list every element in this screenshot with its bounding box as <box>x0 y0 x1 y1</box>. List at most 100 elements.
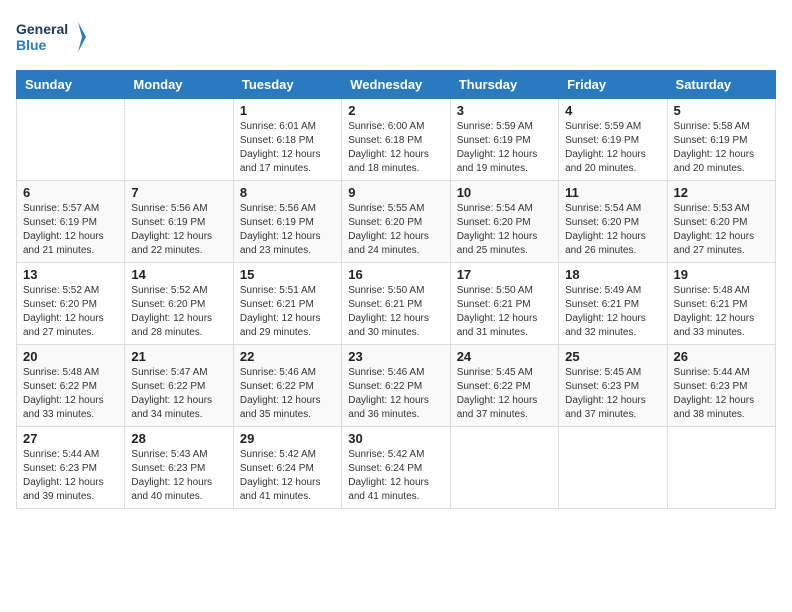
day-info: Sunrise: 5:48 AM Sunset: 6:21 PM Dayligh… <box>674 284 769 340</box>
day-info: Sunrise: 5:44 AM Sunset: 6:23 PM Dayligh… <box>674 366 769 422</box>
calendar: SundayMondayTuesdayWednesdayThursdayFrid… <box>16 70 776 509</box>
calendar-week-row: 1 Sunrise: 6:01 AM Sunset: 6:18 PM Daylig… <box>17 99 776 181</box>
calendar-cell: 1 Sunrise: 6:01 AM Sunset: 6:18 PM Daylig… <box>233 99 341 181</box>
day-info: Sunrise: 5:42 AM Sunset: 6:24 PM Dayligh… <box>240 448 335 504</box>
day-number: 7 <box>131 185 226 200</box>
day-number: 8 <box>240 185 335 200</box>
calendar-cell: 23 Sunrise: 5:46 AM Sunset: 6:22 PM Dayli… <box>342 345 450 427</box>
day-number: 11 <box>565 185 660 200</box>
day-info: Sunrise: 5:59 AM Sunset: 6:19 PM Dayligh… <box>457 120 552 176</box>
day-info: Sunrise: 5:49 AM Sunset: 6:21 PM Dayligh… <box>565 284 660 340</box>
day-info: Sunrise: 5:56 AM Sunset: 6:19 PM Dayligh… <box>131 202 226 258</box>
svg-text:Blue: Blue <box>16 37 47 53</box>
calendar-cell <box>17 99 125 181</box>
day-info: Sunrise: 5:42 AM Sunset: 6:24 PM Dayligh… <box>348 448 443 504</box>
day-number: 22 <box>240 349 335 364</box>
calendar-cell: 27 Sunrise: 5:44 AM Sunset: 6:23 PM Dayli… <box>17 427 125 509</box>
calendar-cell: 2 Sunrise: 6:00 AM Sunset: 6:18 PM Daylig… <box>342 99 450 181</box>
calendar-cell: 10 Sunrise: 5:54 AM Sunset: 6:20 PM Dayli… <box>450 181 558 263</box>
calendar-cell <box>559 427 667 509</box>
day-number: 29 <box>240 431 335 446</box>
day-info: Sunrise: 5:53 AM Sunset: 6:20 PM Dayligh… <box>674 202 769 258</box>
day-number: 28 <box>131 431 226 446</box>
day-info: Sunrise: 5:46 AM Sunset: 6:22 PM Dayligh… <box>240 366 335 422</box>
day-number: 1 <box>240 103 335 118</box>
day-info: Sunrise: 5:46 AM Sunset: 6:22 PM Dayligh… <box>348 366 443 422</box>
day-info: Sunrise: 5:43 AM Sunset: 6:23 PM Dayligh… <box>131 448 226 504</box>
weekday-header: Monday <box>125 71 233 99</box>
weekday-header: Wednesday <box>342 71 450 99</box>
day-info: Sunrise: 5:44 AM Sunset: 6:23 PM Dayligh… <box>23 448 118 504</box>
day-info: Sunrise: 5:50 AM Sunset: 6:21 PM Dayligh… <box>348 284 443 340</box>
header: General Blue <box>16 16 776 58</box>
weekday-header: Thursday <box>450 71 558 99</box>
day-number: 25 <box>565 349 660 364</box>
calendar-cell: 26Sunrise: 5:44 AM Sunset: 6:23 PM Dayli… <box>667 345 775 427</box>
day-info: Sunrise: 5:45 AM Sunset: 6:23 PM Dayligh… <box>565 366 660 422</box>
day-number: 20 <box>23 349 118 364</box>
weekday-header: Friday <box>559 71 667 99</box>
calendar-cell: 5 Sunrise: 5:58 AM Sunset: 6:19 PM Daylig… <box>667 99 775 181</box>
calendar-cell <box>450 427 558 509</box>
calendar-cell: 14Sunrise: 5:52 AM Sunset: 6:20 PM Dayli… <box>125 263 233 345</box>
calendar-cell: 3 Sunrise: 5:59 AM Sunset: 6:19 PM Daylig… <box>450 99 558 181</box>
day-info: Sunrise: 5:56 AM Sunset: 6:19 PM Dayligh… <box>240 202 335 258</box>
calendar-week-row: 13 Sunrise: 5:52 AM Sunset: 6:20 PM Dayli… <box>17 263 776 345</box>
calendar-week-row: 20 Sunrise: 5:48 AM Sunset: 6:22 PM Dayli… <box>17 345 776 427</box>
day-number: 19 <box>674 267 769 282</box>
calendar-cell: 7 Sunrise: 5:56 AM Sunset: 6:19 PM Daylig… <box>125 181 233 263</box>
calendar-cell: 25 Sunrise: 5:45 AM Sunset: 6:23 PM Dayli… <box>559 345 667 427</box>
day-number: 30 <box>348 431 443 446</box>
svg-text:General: General <box>16 21 68 37</box>
day-number: 17 <box>457 267 552 282</box>
day-number: 5 <box>674 103 769 118</box>
day-number: 13 <box>23 267 118 282</box>
weekday-header: Sunday <box>17 71 125 99</box>
day-number: 15 <box>240 267 335 282</box>
day-info: Sunrise: 5:51 AM Sunset: 6:21 PM Dayligh… <box>240 284 335 340</box>
day-number: 3 <box>457 103 552 118</box>
day-info: Sunrise: 6:00 AM Sunset: 6:18 PM Dayligh… <box>348 120 443 176</box>
day-number: 2 <box>348 103 443 118</box>
day-info: Sunrise: 5:50 AM Sunset: 6:21 PM Dayligh… <box>457 284 552 340</box>
calendar-cell: 22 Sunrise: 5:46 AM Sunset: 6:22 PM Dayli… <box>233 345 341 427</box>
weekday-header-row: SundayMondayTuesdayWednesdayThursdayFrid… <box>17 71 776 99</box>
day-number: 27 <box>23 431 118 446</box>
calendar-cell: 16 Sunrise: 5:50 AM Sunset: 6:21 PM Dayli… <box>342 263 450 345</box>
calendar-cell: 24Sunrise: 5:45 AM Sunset: 6:22 PM Dayli… <box>450 345 558 427</box>
calendar-cell: 8 Sunrise: 5:56 AM Sunset: 6:19 PM Daylig… <box>233 181 341 263</box>
calendar-cell: 9 Sunrise: 5:55 AM Sunset: 6:20 PM Daylig… <box>342 181 450 263</box>
day-number: 6 <box>23 185 118 200</box>
day-info: Sunrise: 5:57 AM Sunset: 6:19 PM Dayligh… <box>23 202 118 258</box>
day-info: Sunrise: 6:01 AM Sunset: 6:18 PM Dayligh… <box>240 120 335 176</box>
calendar-cell: 20 Sunrise: 5:48 AM Sunset: 6:22 PM Dayli… <box>17 345 125 427</box>
calendar-week-row: 6 Sunrise: 5:57 AM Sunset: 6:19 PM Daylig… <box>17 181 776 263</box>
day-info: Sunrise: 5:59 AM Sunset: 6:19 PM Dayligh… <box>565 120 660 176</box>
calendar-cell: 15 Sunrise: 5:51 AM Sunset: 6:21 PM Dayli… <box>233 263 341 345</box>
day-info: Sunrise: 5:47 AM Sunset: 6:22 PM Dayligh… <box>131 366 226 422</box>
calendar-cell: 6 Sunrise: 5:57 AM Sunset: 6:19 PM Daylig… <box>17 181 125 263</box>
calendar-cell: 12 Sunrise: 5:53 AM Sunset: 6:20 PM Dayli… <box>667 181 775 263</box>
day-number: 16 <box>348 267 443 282</box>
day-number: 10 <box>457 185 552 200</box>
day-info: Sunrise: 5:52 AM Sunset: 6:20 PM Dayligh… <box>131 284 226 340</box>
day-number: 18 <box>565 267 660 282</box>
day-info: Sunrise: 5:52 AM Sunset: 6:20 PM Dayligh… <box>23 284 118 340</box>
calendar-cell: 4 Sunrise: 5:59 AM Sunset: 6:19 PM Daylig… <box>559 99 667 181</box>
day-number: 9 <box>348 185 443 200</box>
calendar-cell: 19 Sunrise: 5:48 AM Sunset: 6:21 PM Dayli… <box>667 263 775 345</box>
calendar-cell: 11Sunrise: 5:54 AM Sunset: 6:20 PM Dayli… <box>559 181 667 263</box>
logo: General Blue <box>16 16 86 58</box>
day-number: 23 <box>348 349 443 364</box>
day-info: Sunrise: 5:58 AM Sunset: 6:19 PM Dayligh… <box>674 120 769 176</box>
day-info: Sunrise: 5:48 AM Sunset: 6:22 PM Dayligh… <box>23 366 118 422</box>
weekday-header: Tuesday <box>233 71 341 99</box>
calendar-cell: 21 Sunrise: 5:47 AM Sunset: 6:22 PM Dayli… <box>125 345 233 427</box>
day-info: Sunrise: 5:55 AM Sunset: 6:20 PM Dayligh… <box>348 202 443 258</box>
day-number: 4 <box>565 103 660 118</box>
day-info: Sunrise: 5:54 AM Sunset: 6:20 PM Dayligh… <box>457 202 552 258</box>
calendar-cell: 29 Sunrise: 5:42 AM Sunset: 6:24 PM Dayli… <box>233 427 341 509</box>
day-number: 21 <box>131 349 226 364</box>
day-number: 12 <box>674 185 769 200</box>
calendar-cell: 13 Sunrise: 5:52 AM Sunset: 6:20 PM Dayli… <box>17 263 125 345</box>
